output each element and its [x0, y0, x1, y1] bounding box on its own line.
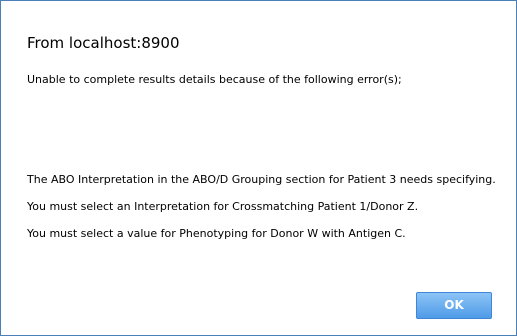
error-message: You must select a value for Phenotyping …: [27, 227, 406, 240]
error-message: You must select an Interpretation for Cr…: [27, 200, 419, 213]
dialog-intro-message: Unable to complete results details becau…: [27, 73, 402, 86]
dialog-title: From localhost:8900: [27, 34, 180, 52]
error-message: The ABO Interpretation in the ABO/D Grou…: [27, 173, 496, 186]
ok-button[interactable]: OK: [416, 292, 492, 319]
alert-dialog: From localhost:8900 Unable to complete r…: [0, 0, 517, 336]
error-list: The ABO Interpretation in the ABO/D Grou…: [27, 173, 497, 254]
